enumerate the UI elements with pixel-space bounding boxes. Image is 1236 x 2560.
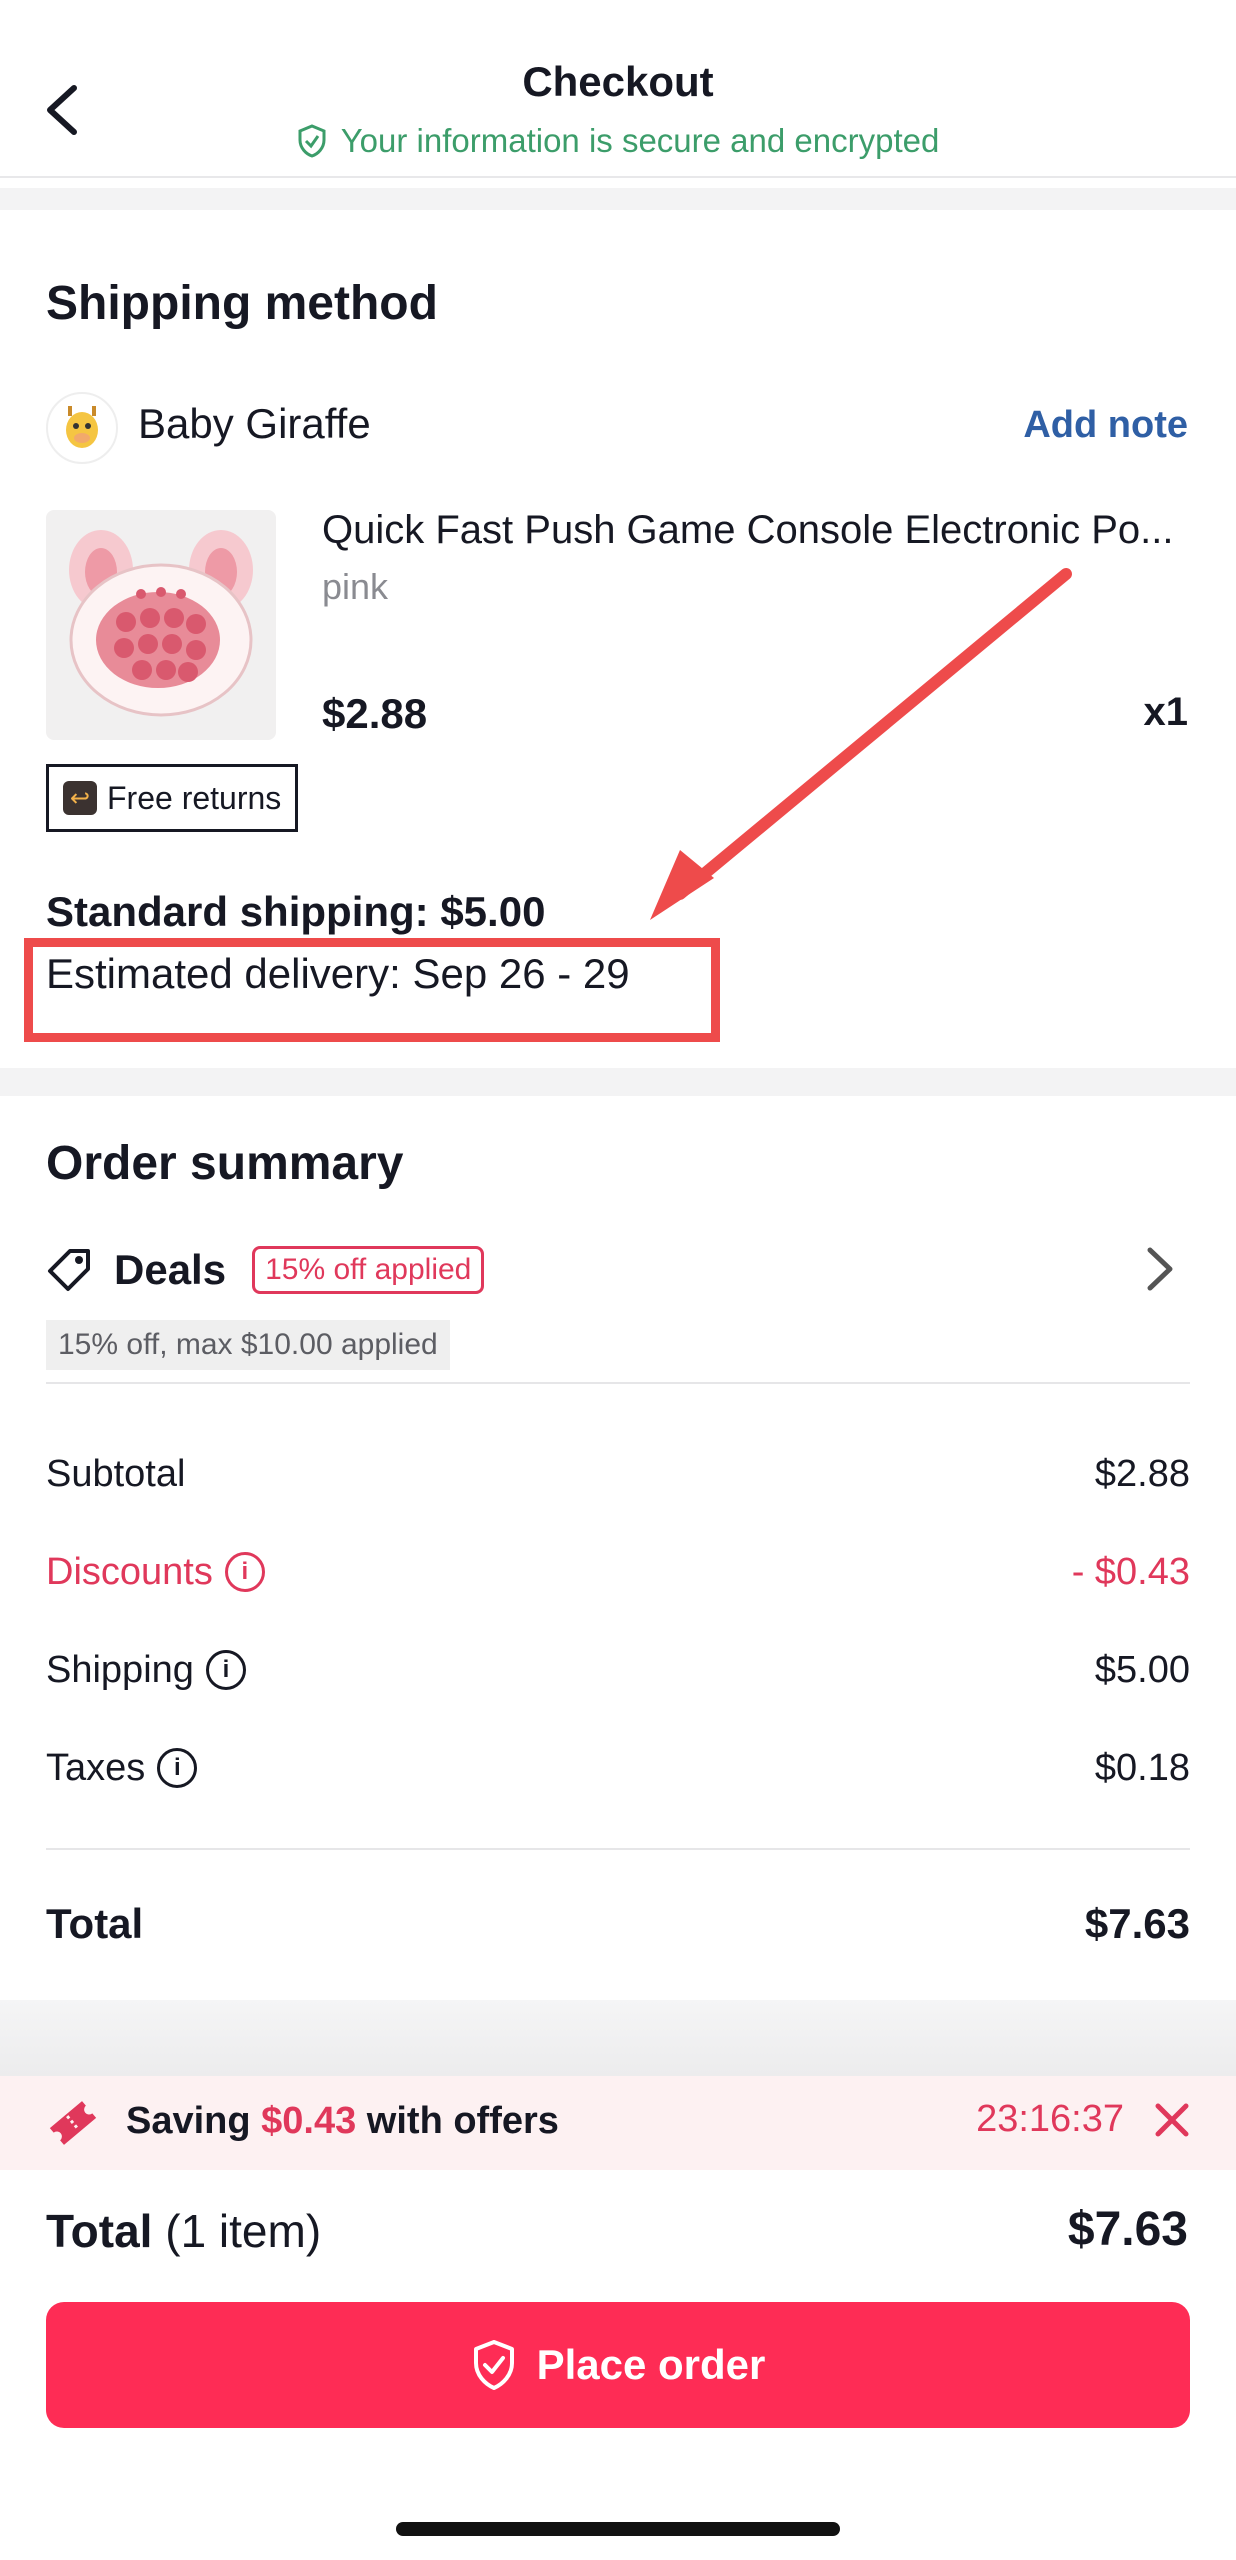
total-label: Total [46, 1900, 144, 1947]
shield-check-icon [473, 2340, 514, 2390]
place-order-button[interactable]: Place order [46, 2302, 1190, 2428]
deals-row[interactable]: Deals 15% off applied [46, 1240, 485, 1300]
return-icon: ↩ [63, 781, 97, 815]
discounts-label: Discounts [46, 1550, 213, 1593]
home-indicator[interactable] [396, 2522, 840, 2536]
free-returns-label: Free returns [107, 779, 282, 816]
shipping-row: Shipping i $5.00 [46, 1640, 1190, 1700]
deals-badge: 15% off applied [252, 1246, 485, 1294]
total-value: $7.63 [1084, 1900, 1190, 1947]
product-title[interactable]: Quick Fast Push Game Console Electronic … [322, 508, 1182, 553]
ticket-icon [49, 2101, 97, 2145]
store-logo [46, 392, 118, 464]
subtotal-label: Subtotal [46, 1452, 186, 1495]
product-image [69, 530, 253, 717]
shipping-value: $5.00 [1094, 1648, 1190, 1691]
taxes-row: Taxes i $0.18 [46, 1738, 1190, 1798]
product-quantity: x1 [1143, 690, 1189, 734]
product-thumbnail[interactable] [46, 510, 276, 740]
info-icon[interactable]: i [205, 1650, 246, 1690]
free-returns-badge: ↩ Free returns [46, 764, 299, 832]
total-row: Total $7.63 [46, 1894, 1190, 1954]
footer-total-value: $7.63 [1067, 2203, 1188, 2256]
place-order-label: Place order [536, 2341, 766, 2388]
offer-prefix: Saving [126, 2100, 262, 2142]
secure-notice-text: Your information is secure and encrypted [340, 122, 940, 159]
chevron-right-icon[interactable] [1140, 1244, 1180, 1294]
footer-item-count: (1 item) [165, 2205, 322, 2257]
store-name[interactable]: Baby Giraffe [138, 400, 371, 448]
giraffe-logo-icon [66, 406, 98, 448]
close-icon[interactable] [1152, 2100, 1192, 2140]
offer-amount: $0.43 [261, 2100, 357, 2142]
footer-total-label: Total [46, 2205, 153, 2257]
annotation-arrow [650, 568, 1072, 920]
subtotal-value: $2.88 [1094, 1452, 1190, 1495]
section-gap [0, 188, 1236, 210]
offer-suffix: with offers [356, 2100, 559, 2142]
secure-notice: Your information is secure and encrypted [0, 122, 1236, 160]
divider [46, 1848, 1190, 1850]
page-title: Checkout [522, 58, 714, 105]
info-icon[interactable]: i [157, 1748, 198, 1788]
info-icon[interactable]: i [224, 1552, 265, 1592]
shipping-method-title: Shipping method [46, 277, 438, 330]
subtotal-row: Subtotal $2.88 [46, 1444, 1190, 1504]
add-note-link[interactable]: Add note [1023, 404, 1188, 447]
taxes-label: Taxes [46, 1746, 146, 1789]
offer-text: Saving $0.43 with offers [126, 2100, 559, 2143]
offer-timer: 23:16:37 [976, 2098, 1124, 2140]
product-price: $2.88 [322, 690, 428, 737]
footer-total: Total (1 item) [46, 2204, 321, 2258]
discounts-row: Discounts i - $0.43 [46, 1542, 1190, 1602]
shipping-label: Shipping [46, 1648, 194, 1691]
standard-shipping: Standard shipping: $5.00 [46, 888, 546, 935]
product-variant: pink [322, 566, 389, 607]
deals-label: Deals [114, 1246, 227, 1293]
divider [46, 1382, 1190, 1384]
section-gap [0, 1068, 1236, 1096]
order-summary-title: Order summary [46, 1137, 404, 1190]
deals-note: 15% off, max $10.00 applied [46, 1320, 450, 1370]
tag-icon [48, 1249, 90, 1291]
shield-check-icon [298, 124, 326, 158]
highlight-box [24, 938, 720, 1042]
taxes-value: $0.18 [1094, 1746, 1190, 1789]
section-gap [0, 2000, 1236, 2076]
checkout-header: Checkout Your information is secure and … [0, 0, 1236, 178]
discounts-value: - $0.43 [1071, 1550, 1190, 1593]
